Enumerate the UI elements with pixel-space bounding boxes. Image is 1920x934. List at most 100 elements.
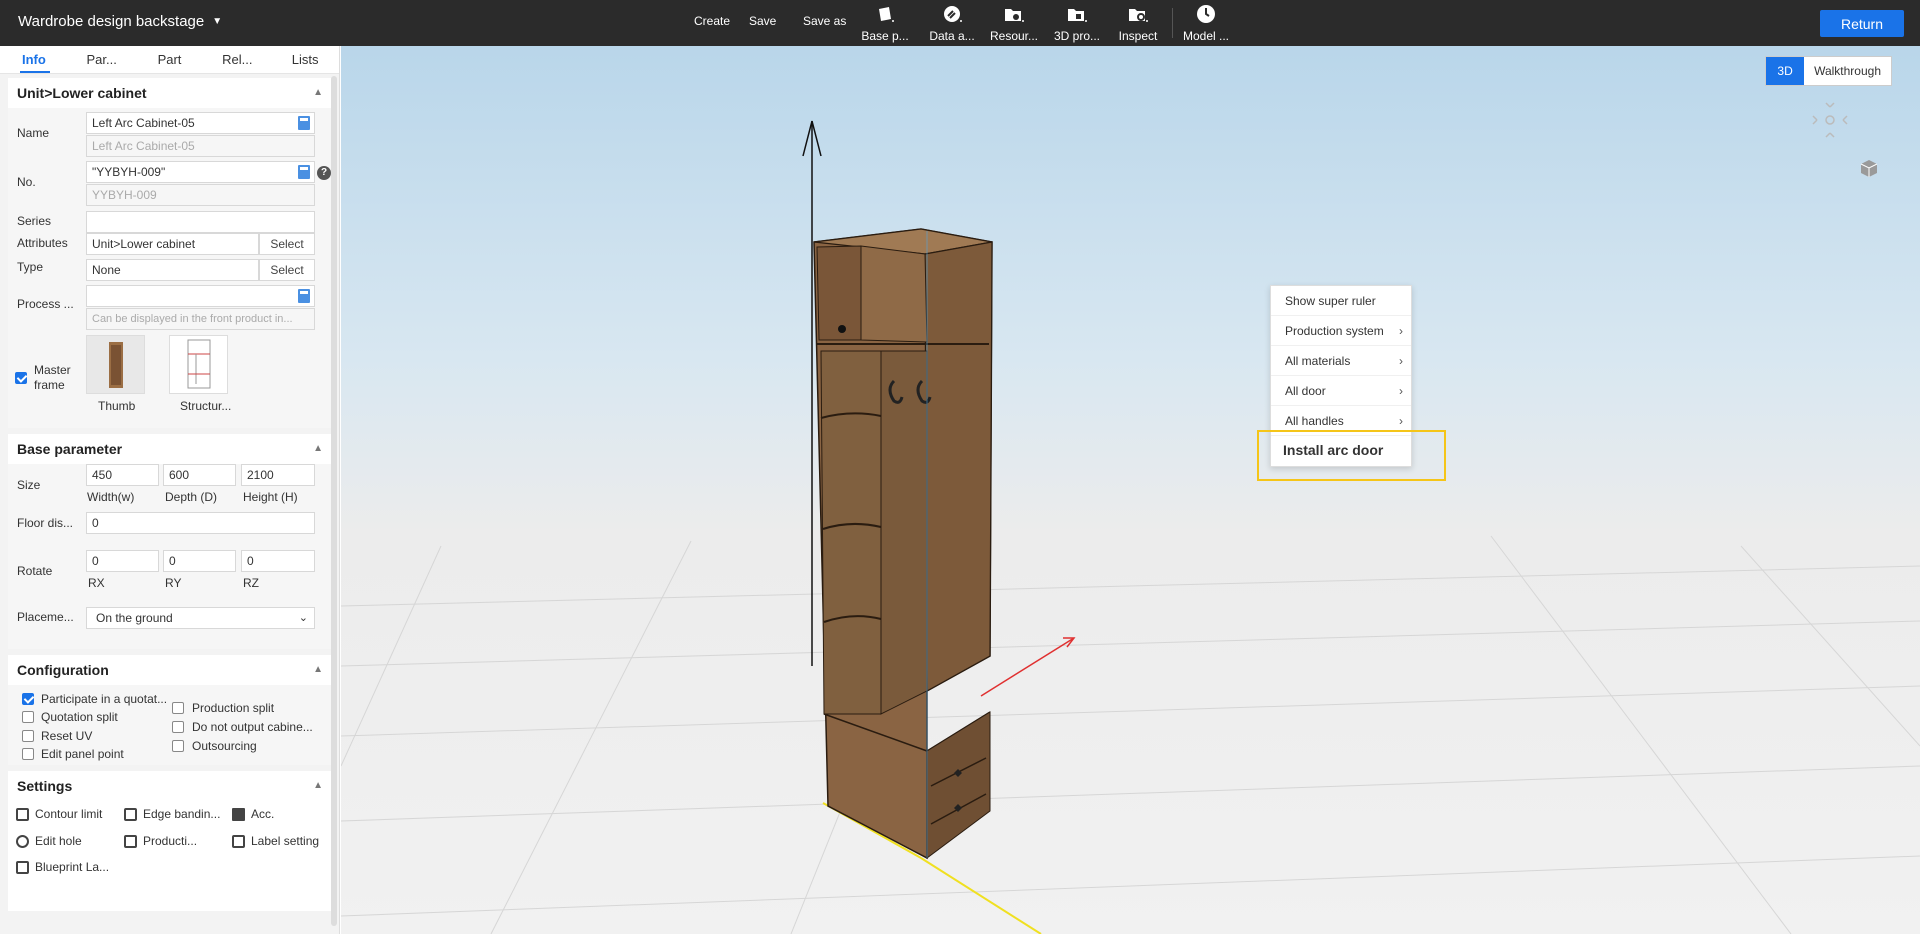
configuration-header[interactable]: Configuration ▲ [8, 655, 331, 685]
blueprint-layout-button[interactable]: Blueprint La... [16, 860, 109, 874]
return-button[interactable]: Return [1820, 10, 1904, 37]
process-input[interactable] [86, 285, 315, 307]
production-button[interactable]: Producti... [124, 834, 197, 848]
model-button[interactable]: Model ... [1172, 4, 1240, 43]
reset-uv-label: Reset UV [41, 729, 93, 743]
edit-panel-point-checkbox[interactable] [22, 748, 34, 760]
inspect-button[interactable]: Inspect [1104, 4, 1172, 43]
base-parameter-body: Size 450 Width(w) 600 Depth (D) 2100 Hei… [8, 464, 331, 649]
walkthrough-mode-button[interactable]: Walkthrough [1804, 57, 1891, 85]
type-input[interactable]: None [86, 259, 259, 281]
tab-relations[interactable]: Rel... [203, 46, 271, 73]
menu-item-all-door[interactable]: All door › [1271, 376, 1411, 406]
calculator-icon[interactable] [298, 289, 310, 303]
placement-select[interactable]: On the ground ⌄ [86, 607, 315, 629]
rz-input[interactable]: 0 [241, 550, 315, 572]
navigation-gizmo[interactable] [1812, 102, 1848, 138]
info-section: Unit>Lower cabinet ▲ Name Left Arc Cabin… [8, 78, 331, 428]
settings-header[interactable]: Settings ▲ [8, 771, 331, 801]
depth-input[interactable]: 600 [163, 464, 236, 486]
save-as-button[interactable]: Save as [803, 14, 846, 28]
chevron-up-icon: ▲ [313, 87, 323, 98]
rotate-label: Rotate [17, 564, 53, 578]
menu-item-label: All handles [1285, 414, 1344, 428]
blueprint-layout-label: Blueprint La... [35, 860, 110, 874]
info-section-header[interactable]: Unit>Lower cabinet ▲ [8, 78, 331, 108]
floor-distance-input[interactable]: 0 [86, 512, 315, 534]
data-association-button[interactable]: Data a... [918, 4, 986, 43]
no-input[interactable]: "YYBYH-009" [86, 161, 315, 183]
contour-limit-button[interactable]: Contour limit [16, 807, 102, 821]
rz-label: RZ [243, 576, 259, 590]
base-parameter-title: Base parameter [17, 441, 123, 457]
view-cube-icon[interactable] [1860, 160, 1878, 177]
tab-parameters[interactable]: Par... [68, 46, 136, 73]
save-button[interactable]: Save [749, 14, 776, 28]
quotation-split-checkbox[interactable] [22, 711, 34, 723]
help-icon[interactable]: ? [317, 166, 331, 180]
outsourcing-checkbox[interactable] [172, 740, 184, 752]
series-input[interactable] [86, 211, 315, 233]
master-frame-checkbox[interactable] [15, 372, 27, 384]
edit-hole-button[interactable]: Edit hole [16, 834, 82, 848]
calculator-icon[interactable] [298, 116, 310, 130]
attributes-input[interactable]: Unit>Lower cabinet [86, 233, 259, 255]
do-not-output-label: Do not output cabine... [192, 720, 313, 734]
menu-item-show-super-ruler[interactable]: Show super ruler [1271, 286, 1411, 316]
label-setting-button[interactable]: Label setting [232, 834, 319, 848]
attributes-select-button[interactable]: Select [259, 233, 315, 255]
base-parameters-button[interactable]: Base p... [851, 4, 919, 43]
label-icon [232, 834, 245, 848]
accessories-button[interactable]: Acc. [232, 807, 274, 821]
edge-banding-button[interactable]: Edge bandin... [124, 807, 220, 821]
structure-drawing-icon [187, 339, 211, 389]
panel-scrollbar[interactable] [331, 76, 337, 926]
chevron-right-icon: › [1399, 384, 1403, 398]
do-not-output-checkbox[interactable] [172, 721, 184, 733]
calculator-icon[interactable] [298, 165, 310, 179]
settings-section: Settings ▲ Contour limit Edge bandin... … [8, 771, 331, 911]
name-input[interactable]: Left Arc Cabinet-05 [86, 112, 315, 134]
name-label: Name [17, 126, 50, 140]
tab-info[interactable]: Info [0, 46, 68, 73]
inspect-icon [1129, 9, 1148, 22]
participate-quotation-checkbox[interactable] [22, 693, 34, 705]
production-split-checkbox[interactable] [172, 702, 184, 714]
production-split-label: Production split [192, 701, 275, 715]
tab-lists[interactable]: Lists [271, 46, 339, 73]
quotation-split-label: Quotation split [41, 710, 118, 724]
structure-image[interactable] [169, 335, 228, 394]
clock-icon [1197, 5, 1215, 23]
edge-banding-icon [124, 807, 137, 821]
ry-input[interactable]: 0 [163, 550, 236, 572]
chevron-down-icon: ⌄ [298, 612, 308, 624]
3d-process-button[interactable]: 3D pro... [1043, 4, 1111, 43]
wardrobe-cabinet-model[interactable] [813, 228, 993, 860]
properties-panel: Info Par... Part Rel... Lists Unit>Lower… [0, 46, 340, 934]
app-title-dropdown[interactable]: Wardrobe design backstage ▼ [18, 13, 222, 30]
depth-label: Depth (D) [165, 490, 218, 504]
tab-part[interactable]: Part [136, 46, 204, 73]
reset-uv-checkbox[interactable] [22, 730, 34, 742]
outsourcing-label: Outsourcing [192, 739, 257, 753]
type-label: Type [17, 260, 44, 274]
name-secondary-field: Left Arc Cabinet-05 [86, 135, 315, 157]
height-input[interactable]: 2100 [241, 464, 315, 486]
thumbnail-image[interactable] [86, 335, 145, 394]
create-button[interactable]: Create [694, 14, 730, 28]
scene-canvas[interactable] [341, 46, 1920, 934]
height-label: Height (H) [243, 490, 298, 504]
menu-item-production-system[interactable]: Production system › [1271, 316, 1411, 346]
width-input[interactable]: 450 [86, 464, 159, 486]
name-value: Left Arc Cabinet-05 [92, 116, 195, 130]
resource-button[interactable]: Resour... [980, 4, 1048, 43]
3d-mode-button[interactable]: 3D [1766, 57, 1805, 85]
base-parameter-header[interactable]: Base parameter ▲ [8, 434, 331, 464]
rx-input[interactable]: 0 [86, 550, 159, 572]
chevron-right-icon: › [1399, 354, 1403, 368]
type-select-button[interactable]: Select [259, 259, 315, 281]
menu-item-all-materials[interactable]: All materials › [1271, 346, 1411, 376]
3d-viewport[interactable]: 3D Walkthrough [341, 46, 1920, 934]
contour-icon [16, 807, 29, 821]
info-section-body: Name Left Arc Cabinet-05 Left Arc Cabine… [8, 108, 331, 428]
